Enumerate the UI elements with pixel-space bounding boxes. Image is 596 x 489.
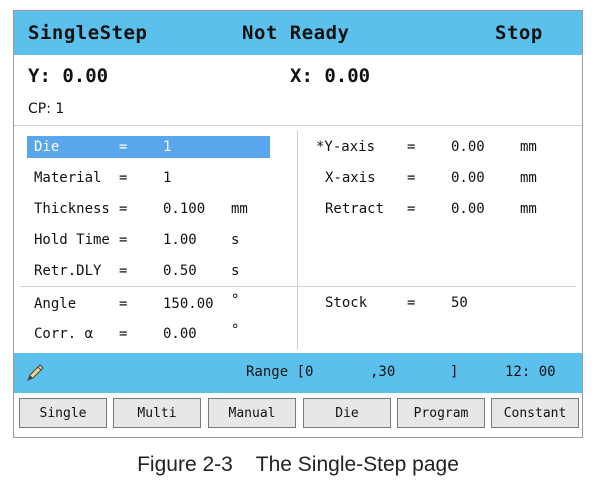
param-eq: = bbox=[119, 296, 128, 312]
param-eq: = bbox=[119, 326, 128, 342]
param-eq: = bbox=[407, 295, 416, 311]
param-eq: = bbox=[407, 139, 416, 155]
param-row-die[interactable]: Die = 1 bbox=[27, 136, 270, 158]
param-value: 1 bbox=[163, 139, 172, 155]
cp-value: CP: 1 bbox=[28, 101, 65, 117]
param-row-y-axis[interactable]: *Y-axis = 0.00 mm bbox=[310, 136, 570, 158]
param-value: 0.50 bbox=[163, 263, 197, 279]
param-row-hold-time[interactable]: Hold Time = 1.00 s bbox=[27, 229, 270, 251]
param-label: X-axis bbox=[325, 170, 376, 186]
program-button[interactable]: Program bbox=[397, 398, 485, 428]
param-row-material[interactable]: Material = 1 bbox=[27, 167, 270, 189]
param-value: 50 bbox=[451, 295, 468, 311]
die-button[interactable]: Die bbox=[303, 398, 391, 428]
manual-button[interactable]: Manual bbox=[208, 398, 296, 428]
screen-frame: SingleStep Not Ready Stop Y: 0.00 X: 0.0… bbox=[13, 10, 583, 438]
param-row-x-axis[interactable]: X-axis = 0.00 mm bbox=[310, 167, 570, 189]
param-row-thickness[interactable]: Thickness = 0.100 mm bbox=[27, 198, 270, 220]
mode-label: SingleStep bbox=[28, 22, 148, 44]
param-value: 1 bbox=[163, 170, 172, 186]
param-unit: mm bbox=[520, 139, 537, 155]
clock-time: 12: 00 bbox=[505, 364, 556, 380]
param-label: Corr. α bbox=[34, 326, 94, 342]
param-value: 0.00 bbox=[451, 139, 485, 155]
param-label: Stock bbox=[325, 295, 368, 311]
param-label: Die bbox=[34, 139, 60, 155]
param-label: Thickness bbox=[34, 201, 110, 217]
param-unit: s bbox=[231, 232, 240, 248]
title-bar: SingleStep Not Ready Stop bbox=[14, 11, 582, 55]
range-max: ,30 bbox=[370, 364, 396, 380]
param-label: *Y-axis bbox=[316, 139, 376, 155]
param-unit: ° bbox=[231, 292, 240, 308]
row-divider bbox=[20, 286, 576, 287]
column-divider bbox=[297, 131, 298, 349]
param-unit: mm bbox=[520, 201, 537, 217]
figure-caption: Figure 2-3 The Single-Step page bbox=[137, 453, 459, 476]
parameter-panel: Die = 1 Material = 1 Thickness = 0.100 m… bbox=[14, 125, 582, 353]
param-unit: mm bbox=[520, 170, 537, 186]
param-value: 0.00 bbox=[163, 326, 197, 342]
range-label: Range [0 bbox=[246, 364, 314, 380]
position-panel: Y: 0.00 X: 0.00 CP: 1 bbox=[14, 55, 582, 126]
param-eq: = bbox=[119, 263, 128, 279]
param-value: 0.00 bbox=[451, 201, 485, 217]
single-button[interactable]: Single bbox=[19, 398, 107, 428]
param-label: Angle bbox=[34, 296, 77, 312]
param-value: 0.00 bbox=[451, 170, 485, 186]
param-eq: = bbox=[407, 170, 416, 186]
param-unit: mm bbox=[231, 201, 248, 217]
param-row-retr-dly[interactable]: Retr.DLY = 0.50 s bbox=[27, 260, 270, 282]
status-bar: Range [0 ,30 ] 12: 00 bbox=[14, 353, 582, 393]
multi-button[interactable]: Multi bbox=[113, 398, 201, 428]
param-row-angle[interactable]: Angle = 150.00 ° bbox=[27, 292, 270, 315]
pencil-icon[interactable] bbox=[24, 362, 46, 384]
param-row-stock[interactable]: Stock = 50 bbox=[310, 292, 570, 314]
param-row-corr-alpha[interactable]: Corr. α = 0.00 ° bbox=[27, 322, 270, 345]
param-label: Material bbox=[34, 170, 102, 186]
param-label: Retr.DLY bbox=[34, 263, 102, 279]
param-label: Retract bbox=[325, 201, 385, 217]
param-eq: = bbox=[119, 139, 128, 155]
param-eq: = bbox=[119, 232, 128, 248]
param-value: 1.00 bbox=[163, 232, 197, 248]
param-value: 150.00 bbox=[163, 296, 214, 312]
stop-label: Stop bbox=[495, 22, 543, 44]
param-eq: = bbox=[407, 201, 416, 217]
button-bar: Single Multi Manual Die Program Constant bbox=[14, 393, 582, 437]
param-eq: = bbox=[119, 201, 128, 217]
status-label: Not Ready bbox=[242, 22, 350, 44]
range-close: ] bbox=[450, 364, 459, 380]
param-eq: = bbox=[119, 170, 128, 186]
param-unit: ° bbox=[231, 322, 240, 338]
param-row-retract[interactable]: Retract = 0.00 mm bbox=[310, 198, 570, 220]
param-label: Hold Time bbox=[34, 232, 110, 248]
param-unit: s bbox=[231, 263, 240, 279]
x-position: X: 0.00 bbox=[290, 65, 371, 87]
param-value: 0.100 bbox=[163, 201, 206, 217]
constant-button[interactable]: Constant bbox=[491, 398, 579, 428]
y-position: Y: 0.00 bbox=[28, 65, 109, 87]
